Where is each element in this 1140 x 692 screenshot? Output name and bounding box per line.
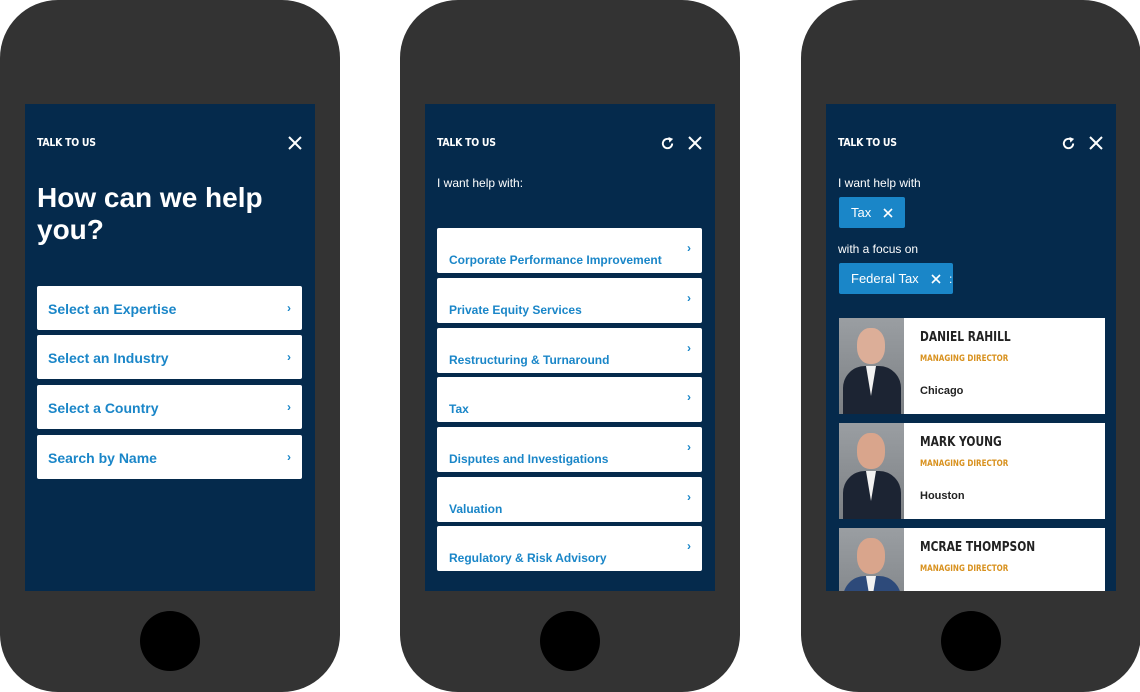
select-industry-button[interactable]: Select an Industry › (37, 335, 302, 379)
person-name: DANIEL RAHILL (920, 330, 1011, 345)
screen-expertise: TALK TO US I want help with: Corporate P… (425, 104, 715, 591)
header-title: TALK TO US (37, 136, 96, 149)
person-title: MANAGING DIRECTOR (920, 459, 1009, 469)
option-label: Valuation (449, 502, 503, 516)
chevron-right-icon: › (287, 350, 291, 364)
person-city: Chicago (920, 385, 964, 397)
chip-label: Federal Tax (851, 271, 919, 286)
option-label: Regulatory & Risk Advisory (449, 551, 607, 565)
person-title: MANAGING DIRECTOR (920, 564, 1009, 574)
page-heading: How can we help you? (37, 182, 263, 245)
expertise-option[interactable]: Regulatory & Risk Advisory › (437, 526, 702, 571)
prompt-text: I want help with (838, 176, 921, 190)
chevron-right-icon: › (287, 400, 291, 414)
person-city: Houston (920, 490, 965, 502)
option-label: Search by Name (48, 450, 157, 466)
close-icon[interactable] (687, 135, 703, 151)
chevron-right-icon: › (687, 490, 691, 504)
filter-chip-federal-tax[interactable]: Federal Tax (839, 263, 953, 294)
search-by-name-button[interactable]: Search by Name › (37, 435, 302, 479)
refresh-icon[interactable] (660, 136, 675, 151)
filter-chip-tax[interactable]: Tax (839, 197, 906, 228)
select-expertise-button[interactable]: Select an Expertise › (37, 286, 302, 330)
person-name: MCRAE THOMPSON (920, 540, 1036, 555)
option-label: Restructuring & Turnaround (449, 353, 610, 367)
person-name: MARK YOUNG (920, 435, 1002, 450)
expertise-option[interactable]: Tax › (437, 377, 702, 422)
home-button[interactable] (140, 611, 200, 671)
option-label: Tax (449, 402, 469, 416)
option-label: Select an Industry (48, 350, 169, 366)
phone-3: TALK TO US I want help with Tax with a f… (801, 0, 1140, 692)
remove-icon[interactable] (883, 207, 893, 218)
screen-welcome: TALK TO US How can we help you? Select a… (25, 104, 315, 591)
home-button[interactable] (941, 611, 1001, 671)
person-photo (839, 423, 904, 519)
option-label: Corporate Performance Improvement (449, 253, 662, 267)
expertise-option[interactable]: Corporate Performance Improvement › (437, 228, 702, 273)
person-title: MANAGING DIRECTOR (920, 354, 1009, 364)
remove-icon[interactable] (931, 273, 941, 284)
refresh-icon[interactable] (1061, 136, 1076, 151)
chevron-right-icon: › (287, 450, 291, 464)
prompt-text: I want help with: (437, 176, 524, 190)
screen-results: TALK TO US I want help with Tax with a f… (826, 104, 1116, 591)
chevron-right-icon: › (687, 440, 691, 454)
expertise-option[interactable]: Disputes and Investigations › (437, 427, 702, 472)
option-label: Private Equity Services (449, 303, 582, 317)
option-label: Select an Expertise (48, 301, 177, 317)
chevron-right-icon: › (687, 539, 691, 553)
chevron-right-icon: › (287, 301, 291, 315)
expertise-option[interactable]: Restructuring & Turnaround › (437, 328, 702, 373)
person-photo (839, 528, 904, 591)
person-card[interactable]: MARK YOUNG MANAGING DIRECTOR Houston (839, 423, 1105, 519)
colon: : (949, 272, 953, 286)
header-title: TALK TO US (838, 136, 897, 149)
expertise-option[interactable]: Private Equity Services › (437, 278, 702, 323)
person-card[interactable]: MCRAE THOMPSON MANAGING DIRECTOR (839, 528, 1105, 591)
focus-text: with a focus on (838, 242, 919, 256)
chevron-right-icon: › (687, 341, 691, 355)
close-icon[interactable] (287, 135, 303, 151)
expertise-option[interactable]: Valuation › (437, 477, 702, 522)
header-title: TALK TO US (437, 136, 496, 149)
person-card[interactable]: DANIEL RAHILL MANAGING DIRECTOR Chicago (839, 318, 1105, 414)
person-photo (839, 318, 904, 414)
option-label: Disputes and Investigations (449, 452, 609, 466)
option-label: Select a Country (48, 400, 159, 416)
chevron-right-icon: › (687, 291, 691, 305)
chip-label: Tax (851, 205, 872, 220)
chevron-right-icon: › (687, 390, 691, 404)
close-icon[interactable] (1088, 135, 1104, 151)
chevron-right-icon: › (687, 241, 691, 255)
phone-1: TALK TO US How can we help you? Select a… (0, 0, 340, 692)
phone-2: TALK TO US I want help with: Corporate P… (400, 0, 740, 692)
home-button[interactable] (540, 611, 600, 671)
select-country-button[interactable]: Select a Country › (37, 385, 302, 429)
